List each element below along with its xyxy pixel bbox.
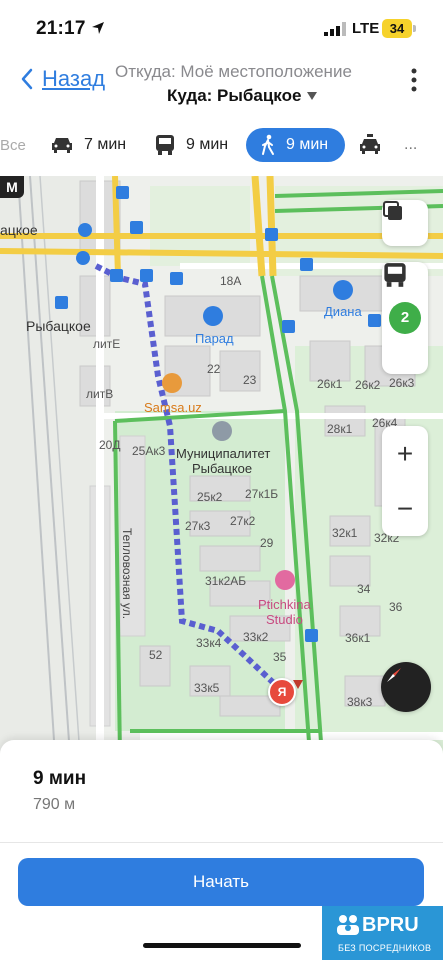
route-header: Назад Откуда: Моё местоположение Куда: Р… [0,54,443,120]
cafe-poi-marker [162,373,182,393]
destination-pin[interactable]: Я [268,678,296,706]
building-label: 52 [149,648,163,662]
map-label-ptichkina-2: Studio [266,612,303,627]
map-label-parad: Парад [195,331,234,346]
route-summary-sheet: 9 мин 790 м Начать BPRU БЕЗ ПОСРЕДНИКОВ [0,740,443,960]
tab-bus[interactable]: 9 мин [154,128,228,162]
more-vertical-icon[interactable] [411,68,417,92]
shop-poi-marker-2 [333,280,353,300]
building-label: 35 [273,650,287,664]
home-indicator[interactable] [143,943,301,948]
building-label: 27к3 [185,519,211,533]
building-label: 28к1 [327,422,353,436]
traffic-level-badge[interactable]: 2 [389,302,421,334]
building-label: 25Ак3 [132,444,166,458]
bus-icon [156,135,174,155]
tab-walk[interactable]: 9 мин [246,128,345,162]
route-distance: 790 м [33,796,76,813]
watermark-subtitle: БЕЗ ПОСРЕДНИКОВ [338,943,432,953]
chevron-left-icon [21,68,33,90]
watermark-title: BPRU [362,914,419,936]
building-label: 38к3 [347,695,373,709]
map-label-samsa: Samsa.uz [144,400,202,415]
route-duration: 9 мин [33,768,87,789]
tab-taxi[interactable]: ... [358,128,417,162]
battery-indicator: 34 [382,19,412,38]
building-label: 36к1 [345,631,371,645]
bus-icon[interactable] [382,262,408,288]
map-label-municipality-2: Рыбацкое [192,461,253,476]
flag-poi-marker [212,421,232,441]
tab-car-time: 7 мин [84,136,127,153]
building-label: 26к2 [355,378,381,392]
building-label: 27к1Б [245,487,279,501]
building-label: 20Д [99,438,121,452]
tab-bus-time: 9 мин [186,136,229,153]
status-bar: 21:17 LTE 34 [0,0,443,54]
building-label: 33к5 [194,681,220,695]
layers-icon [383,201,402,220]
building-label: 25к2 [197,490,223,504]
divider [0,842,443,843]
building-label: 22 [207,362,221,376]
zoom-controls: + − [382,426,428,536]
zoom-in-button[interactable]: + [397,438,413,470]
taxi-icon [360,134,380,154]
building-label: 33к4 [196,636,222,650]
location-arrow-icon [92,22,104,34]
transport-tabs: Все 7 мин 9 мин 9 мин ... [0,124,443,170]
map-label-municipality-1: Муниципалитет [176,446,271,461]
compass-icon [387,668,401,682]
building-label: литВ [86,387,114,401]
building-label: 18А [220,274,242,288]
tab-car[interactable]: 7 мин [50,128,126,162]
map-label-ptichkina-1: Ptichkina [258,597,311,612]
metro-badge: М [0,176,24,198]
people-icon [337,915,359,935]
tab-walk-time: 9 мин [286,136,329,153]
salon-poi-marker [275,570,295,590]
tab-all-label: Все [0,136,26,154]
back-button[interactable]: Назад [20,66,105,92]
building-label: 34 [357,582,371,596]
building-label: 29 [260,536,274,550]
walking-person-icon [262,134,274,155]
status-time: 21:17 [36,18,86,39]
map-label-metro-2: Рыбацкое [26,318,91,334]
building-label: 33к2 [243,630,269,644]
map-label-street: Тепловозная ул. [120,528,134,620]
building-label: 27к2 [230,514,256,528]
building-label: литЕ [93,337,121,351]
shop-poi-marker [203,306,223,326]
car-icon [52,138,72,153]
watermark-logo: BPRU БЕЗ ПОСРЕДНИКОВ [322,906,443,960]
back-label: Назад [42,66,106,91]
building-label: 32к1 [332,526,358,540]
building-label: 23 [243,373,257,387]
building-label: 26к3 [389,376,415,390]
map-label-diana: Диана [324,304,362,319]
building-label: 36 [389,600,403,614]
transit-controls: 2 [382,262,428,374]
route-to[interactable]: Куда: Рыбацкое [167,86,318,106]
compass-button[interactable] [381,662,431,712]
caret-down-icon [307,92,318,100]
network-type: LTE [352,20,380,37]
zoom-out-button[interactable]: − [397,493,413,525]
layers-button[interactable] [382,200,428,246]
map-label-metro: ацкое [0,222,38,238]
tabs-more[interactable]: ... [404,136,417,154]
route-to-label: Куда: Рыбацкое [167,86,302,105]
map-view[interactable]: М ацкое Рыбацкое Диана Парад Samsa.uz Му… [0,176,443,756]
battery-tip [413,25,416,32]
tab-all[interactable]: Все [0,128,26,162]
start-button[interactable]: Начать [18,858,424,906]
route-from[interactable]: Откуда: Моё местоположение [115,62,352,82]
building-label: 31к2АБ [205,574,247,588]
cellular-signal-icon [324,22,346,36]
building-label: 26к1 [317,377,343,391]
